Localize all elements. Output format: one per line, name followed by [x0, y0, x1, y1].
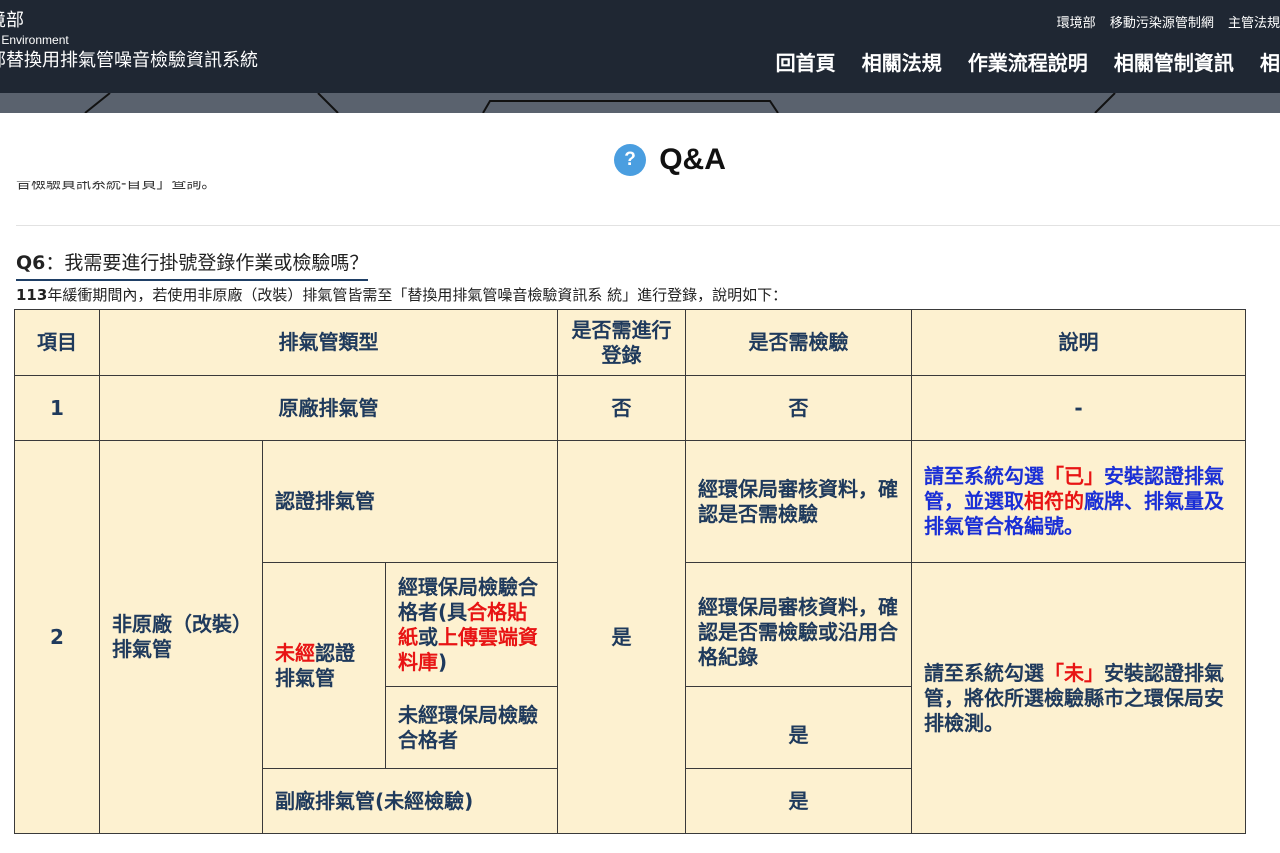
nav-control-info[interactable]: 相關管制資訊 — [1114, 51, 1234, 75]
header-inspect: 是否需檢驗 — [685, 309, 913, 376]
header-type: 排氣管類型 — [98, 309, 559, 376]
question-number: Q6 — [16, 252, 46, 274]
top-links: 環境部 移動污染源管制網 主管法規 — [1047, 12, 1280, 31]
answer-intro: 113年緩衝期間內，若使用非原廠（改裝）排氣管皆需至「替換用排氣管噪音檢驗資訊系… — [16, 284, 787, 305]
row2-not-passed: 未經環保局檢驗合格者 — [384, 686, 559, 769]
row1-item: 1 — [14, 375, 100, 441]
uncert-note-a: 請至系統勾選 — [924, 660, 1045, 685]
intro-year: 113 — [16, 286, 48, 304]
row1-register: 否 — [557, 375, 687, 441]
brand-system-name: 部替換用排氣管噪音檢驗資訊系統 — [0, 50, 258, 71]
uncert-note-b: 「未」 — [1044, 660, 1105, 685]
brand-line2: of Environment — [0, 33, 69, 47]
nav-home[interactable]: 回首頁 — [776, 51, 836, 75]
main-nav: 回首頁 相關法規 作業流程說明 相關管制資訊 相 — [755, 47, 1280, 76]
nav-regulations[interactable]: 相關法規 — [862, 51, 942, 75]
row2-item: 2 — [14, 440, 100, 834]
question-title: Q6：我需要進行掛號登錄作業或檢驗嗎？ — [16, 248, 369, 281]
brand-line1: 境部 — [0, 10, 24, 31]
header-decoration — [0, 93, 1280, 113]
row1-note: - — [911, 375, 1247, 441]
site-header: 境部 of Environment 部替換用排氣管噪音檢驗資訊系統 環境部 移動… — [0, 0, 1280, 93]
header-item: 項目 — [14, 309, 100, 376]
certified-note-d: 相符的 — [1024, 489, 1085, 513]
row2-passed: 經環保局檢驗合格者(具合格貼紙或上傳雲端資料庫) — [384, 562, 559, 687]
top-link-moenv[interactable]: 環境部 — [1057, 16, 1096, 31]
question-text: ：我需要進行掛號登錄作業或檢驗嗎？ — [45, 252, 369, 274]
certified-note-b: 「已」 — [1044, 464, 1105, 488]
top-link-mobile-pollution[interactable]: 移動污染源管制網 — [1110, 16, 1214, 31]
previous-answer-text: 音檢驗資訊系統-首頁」查詢。 — [16, 181, 217, 192]
page-title: Q&A — [659, 143, 726, 176]
decorative-lines — [84, 93, 1116, 113]
qa-heading: ? Q&A — [0, 143, 1280, 177]
row1-inspect: 否 — [685, 375, 913, 441]
table-row: 1 原廠排氣管 否 否 - — [14, 375, 1247, 441]
row2-certified-inspect: 經環保局審核資料，確認是否需檢驗 — [685, 440, 913, 563]
certified-note-a: 請至系統勾選 — [924, 464, 1045, 488]
header-note: 說明 — [911, 309, 1247, 376]
row2-sub-factory: 副廠排氣管(未經檢驗) — [261, 768, 559, 834]
row2-passed-inspect: 經環保局審核資料，確認是否需檢驗或沿用合格紀錄 — [685, 562, 913, 687]
row2-certified-note: 請至系統勾選「已」安裝認證排氣管，並選取相符的廠牌、排氣量及排氣管合格編號。 — [911, 440, 1247, 563]
row2-sub-factory-inspect: 是 — [685, 768, 913, 834]
question-icon: ? — [614, 144, 647, 176]
registration-table: 項目 排氣管類型 是否需進行登錄 是否需檢驗 說明 1 原廠排氣管 否 否 - … — [14, 309, 1247, 834]
nav-workflow[interactable]: 作業流程說明 — [968, 51, 1088, 75]
table-header-row: 項目 排氣管類型 是否需進行登錄 是否需檢驗 說明 — [14, 309, 1247, 376]
row1-type: 原廠排氣管 — [98, 375, 559, 441]
uncert-a: 未經 — [275, 640, 315, 665]
nav-more[interactable]: 相 — [1260, 51, 1280, 75]
row2-type: 非原廠（改裝）排氣管 — [99, 440, 263, 834]
site-logo[interactable]: 境部 of Environment 部替換用排氣管噪音檢驗資訊系統 — [0, 10, 258, 74]
header-register: 是否需進行登錄 — [557, 309, 687, 376]
top-link-regulations[interactable]: 主管法規 — [1228, 16, 1280, 31]
row2-uncertified: 未經認證排氣管 — [262, 562, 386, 769]
divider — [16, 225, 1280, 226]
passed-c: 或 — [418, 624, 438, 649]
row2-register: 是 — [557, 440, 687, 834]
previous-answer-tail: 音檢驗資訊系統-首頁」查詢。 — [16, 181, 216, 197]
row2-certified: 認證排氣管 — [261, 440, 559, 563]
row2-not-passed-inspect: 是 — [685, 686, 913, 769]
passed-e: ) — [438, 649, 448, 674]
table-row: 2 非原廠（改裝）排氣管 認證排氣管 是 經環保局審核資料，確認是否需檢驗 請至… — [14, 440, 1247, 834]
row2-uncert-note: 請至系統勾選「未」安裝認證排氣管，將依所選檢驗縣市之環保局安排檢測。 — [911, 562, 1247, 834]
intro-text: 年緩衝期間內，若使用非原廠（改裝）排氣管皆需至「替換用排氣管噪音檢驗資訊系 統」… — [47, 286, 788, 304]
